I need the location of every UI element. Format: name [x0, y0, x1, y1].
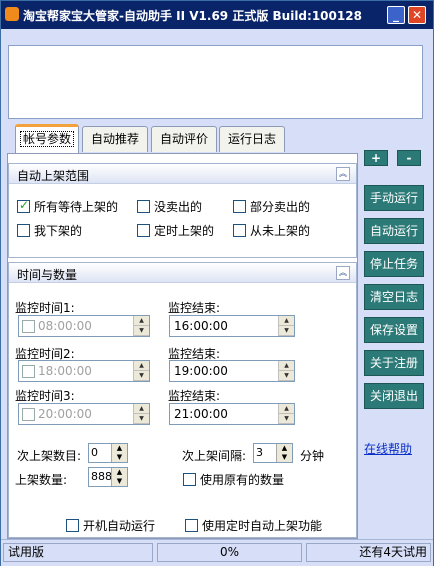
main-window: 淘宝帮家宝大管家-自动助手 II V1.69 正式版 Build:100128 … [0, 0, 434, 566]
checkbox-icon [183, 473, 196, 486]
quantity-label: 上架数量: [15, 473, 68, 487]
checkbox-use-original-qty[interactable]: 使用原有的数量 [183, 471, 284, 488]
status-trial-days: 还有4天试用 [306, 543, 431, 562]
checkbox-unsold[interactable]: 没卖出的 [137, 198, 202, 215]
spinner[interactable]: ▲ ▼ [276, 444, 292, 462]
monitor1-start-picker[interactable]: 08:00:00 ▲ ▼ [18, 315, 150, 337]
minimize-button[interactable]: _ [387, 6, 405, 24]
checkbox-icon [233, 224, 246, 237]
quantity-input[interactable]: 888 ▲ ▼ [88, 467, 128, 487]
spinner[interactable]: ▲ ▼ [133, 404, 149, 424]
enable-checkbox[interactable] [22, 365, 35, 378]
checkbox-partially-sold[interactable]: 部分卖出的 [233, 198, 310, 215]
tab-auto-recommend[interactable]: 自动推荐 [82, 126, 148, 152]
interval-input[interactable]: 3 ▲ ▼ [253, 443, 293, 463]
manual-run-button[interactable]: 手动运行 [364, 185, 424, 211]
monitor1-end-label: 监控结束: [168, 301, 221, 315]
enable-checkbox[interactable] [22, 408, 35, 421]
enable-checkbox[interactable] [22, 320, 35, 333]
monitor3-end-picker[interactable]: 21:00:00 ▲ ▼ [169, 403, 295, 425]
monitor1-start-label: 监控时间1: [15, 301, 75, 315]
checkbox-icon [137, 224, 150, 237]
close-exit-button[interactable]: 关闭退出 [364, 383, 424, 409]
plus-button[interactable]: + [364, 150, 388, 166]
checkbox-icon [66, 519, 79, 532]
checkbox-use-timed-listing[interactable]: 使用定时自动上架功能 [185, 517, 322, 534]
checkbox-all-waiting[interactable]: 所有等待上架的 [17, 198, 118, 215]
scope-group: 自动上架范围 ︽ 所有等待上架的 没卖出的 部分卖出的 我下架的 定时上架的 从… [8, 163, 357, 258]
checkbox-scheduled[interactable]: 定时上架的 [137, 222, 214, 239]
app-icon [5, 7, 19, 21]
close-button[interactable]: ✕ [408, 6, 426, 24]
listing-count-input[interactable]: 0 ▲ ▼ [88, 443, 128, 463]
tab-run-log[interactable]: 运行日志 [219, 126, 285, 152]
monitor3-end-label: 监控结束: [168, 389, 221, 403]
monitor1-end-picker[interactable]: 16:00:00 ▲ ▼ [169, 315, 295, 337]
log-display [8, 45, 423, 119]
status-edition: 试用版 [3, 543, 153, 562]
status-progress: 0% [157, 543, 302, 562]
checkbox-i-delisted[interactable]: 我下架的 [17, 222, 82, 239]
checkbox-icon [233, 200, 246, 213]
spinner[interactable]: ▲ ▼ [133, 361, 149, 381]
tab-panel: 自动上架范围 ︽ 所有等待上架的 没卖出的 部分卖出的 我下架的 定时上架的 从… [7, 153, 358, 539]
checkbox-icon [17, 224, 30, 237]
spinner[interactable]: ▲ ▼ [133, 316, 149, 336]
time-group: 时间与数量 ︽ 监控时间1: 08:00:00 ▲ ▼ 监控结束: 16:00:0… [8, 262, 357, 538]
monitor2-start-picker[interactable]: 18:00:00 ▲ ▼ [18, 360, 150, 382]
checkbox-icon [17, 198, 30, 213]
scope-group-header: 自动上架范围 ︽ [9, 164, 356, 184]
monitor3-start-label: 监控时间3: [15, 389, 75, 403]
collapse-icon[interactable]: ︽ [336, 167, 350, 181]
checkbox-icon [137, 200, 150, 213]
interval-label: 次上架间隔: [182, 449, 247, 463]
status-bar: 试用版 0% 还有4天试用 [1, 539, 433, 566]
spinner[interactable]: ▲ ▼ [278, 361, 294, 381]
monitor2-end-picker[interactable]: 19:00:00 ▲ ▼ [169, 360, 295, 382]
clear-log-button[interactable]: 清空日志 [364, 284, 424, 310]
scope-group-title: 自动上架范围 [17, 169, 90, 183]
spinner[interactable]: ▲ ▼ [278, 316, 294, 336]
interval-unit: 分钟 [300, 449, 325, 463]
checkbox-startup-run[interactable]: 开机自动运行 [66, 517, 155, 534]
auto-run-button[interactable]: 自动运行 [364, 218, 424, 244]
minus-button[interactable]: - [397, 150, 421, 166]
stop-task-button[interactable]: 停止任务 [364, 251, 424, 277]
spinner[interactable]: ▲ ▼ [111, 444, 127, 462]
about-register-button[interactable]: 关于注册 [364, 350, 424, 376]
collapse-icon[interactable]: ︽ [336, 266, 350, 280]
checkbox-icon [185, 519, 198, 532]
monitor3-start-picker[interactable]: 20:00:00 ▲ ▼ [18, 403, 150, 425]
online-help-link[interactable]: 在线帮助 [364, 440, 412, 457]
time-group-title: 时间与数量 [17, 268, 78, 282]
window-title: 淘宝帮家宝大管家-自动助手 II V1.69 正式版 Build:100128 [23, 9, 362, 23]
save-settings-button[interactable]: 保存设置 [364, 317, 424, 343]
checkbox-never-listed[interactable]: 从未上架的 [233, 222, 310, 239]
time-group-header: 时间与数量 ︽ [9, 263, 356, 283]
title-bar: 淘宝帮家宝大管家-自动助手 II V1.69 正式版 Build:100128 … [1, 1, 433, 29]
spinner[interactable]: ▲ ▼ [111, 468, 127, 486]
spinner[interactable]: ▲ ▼ [278, 404, 294, 424]
tab-account-params[interactable]: 帐号参数 [15, 124, 79, 154]
tab-auto-review[interactable]: 自动评价 [151, 126, 217, 152]
listing-count-label: 次上架数目: [17, 449, 82, 463]
